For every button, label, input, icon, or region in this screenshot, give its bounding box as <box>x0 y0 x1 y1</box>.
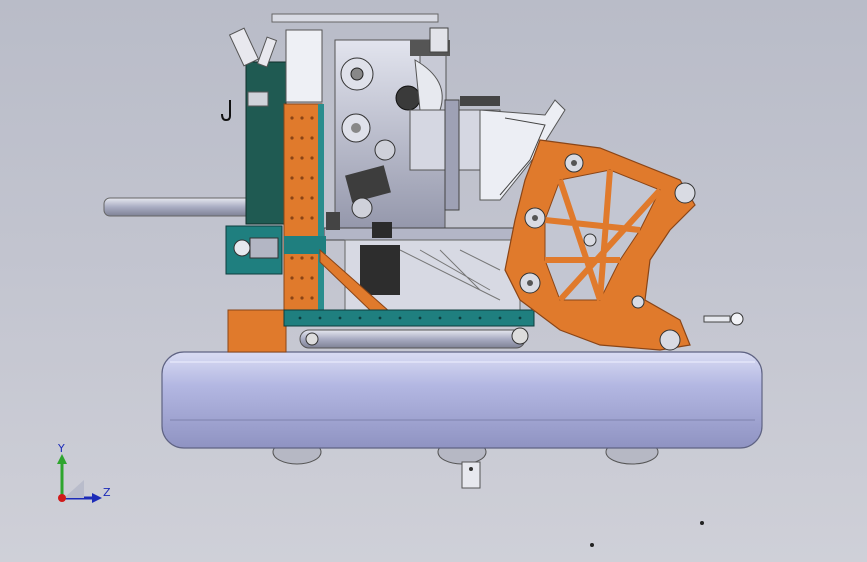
assembly-model[interactable] <box>0 0 867 562</box>
origin-dot <box>58 494 66 502</box>
left-shaft[interactable] <box>103 197 253 217</box>
control-box[interactable] <box>228 27 287 225</box>
pontoon-hull[interactable] <box>161 351 763 449</box>
rod-end[interactable] <box>703 312 744 326</box>
y-axis-label: Y <box>58 442 65 455</box>
cad-viewport[interactable]: Y Z <box>0 0 867 562</box>
z-axis-label: Z <box>103 486 111 499</box>
hook-part <box>221 100 231 122</box>
sketch-points <box>590 521 704 547</box>
orange-base[interactable] <box>227 309 535 353</box>
bearing-block[interactable] <box>225 225 283 275</box>
